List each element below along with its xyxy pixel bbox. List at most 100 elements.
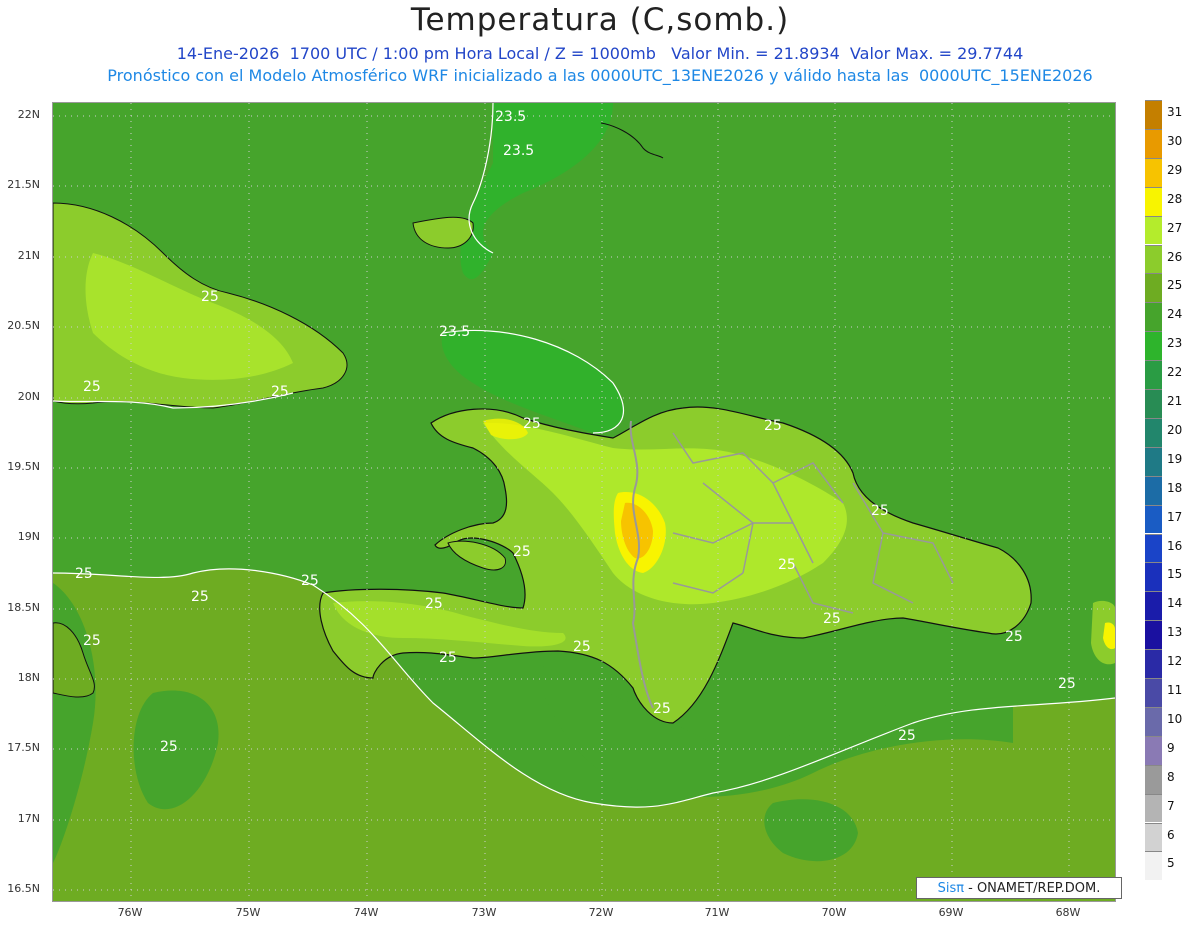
lat-label: 20N [17,390,40,403]
colorbar-label: 21 [1167,394,1183,408]
contour-label: 25 [653,701,671,717]
colorbar-label: 6 [1167,827,1175,842]
colorbar-label: 28 [1167,191,1183,206]
colorbar-swatch [1145,389,1162,418]
contour-label: 25 [523,416,541,432]
contour-label: 25 [83,633,101,649]
colorbar-swatch [1145,851,1162,881]
colorbar-swatch [1145,186,1162,216]
colorbar-swatch [1145,273,1162,303]
colorbar-swatch [1145,793,1162,823]
colorbar-label: 31 [1167,105,1183,119]
colorbar-label: 8 [1167,769,1175,784]
colorbar-label: 13 [1167,625,1183,640]
sea-cool-band [460,103,613,280]
contour-label: 25 [513,544,531,560]
contour-label: 25 [823,611,841,627]
lon-label: 76W [117,906,143,919]
colorbar-swatch [1145,446,1162,476]
sispi-logo: Sisπ [937,880,965,896]
colorbar-swatch [1145,215,1162,245]
colorbar-swatch [1145,822,1162,852]
lon-label: 70W [821,906,847,919]
colorbar-swatch [1145,128,1162,158]
contour-label: 25 [871,503,889,519]
colorbar-label: 10 [1167,711,1183,726]
model-info-line: Pronóstico con el Modelo Atmosférico WRF… [107,66,1093,85]
colorbar-swatch [1145,620,1162,650]
lat-label: 22N [17,108,40,121]
colorbar-label: 19 [1167,451,1183,466]
colorbar-swatch [1145,764,1162,794]
lat-label: 19N [17,530,40,543]
colorbar-swatch [1145,562,1162,592]
colorbar-swatch [1145,244,1162,274]
contour-label: 25 [301,573,319,589]
contour-label: 25 [425,596,443,612]
valid-time-line: 14-Ene-2026 1700 UTC / 1:00 pm Hora Loca… [176,44,1024,63]
lat-label: 16.5N [7,882,40,895]
colorbar-swatch [1145,417,1162,447]
colorbar-label: 27 [1167,220,1183,235]
colorbar [1145,100,1162,881]
colorbar-label: 17 [1167,509,1183,524]
contour-label: 25 [439,650,457,666]
contour-label: 23.5 [495,109,526,125]
colorbar-label: 14 [1167,596,1183,611]
colorbar-label: 16 [1167,538,1183,553]
colorbar-label: 23 [1167,336,1183,351]
colorbar-swatch [1145,591,1162,621]
colorbar-label: 5 [1167,856,1175,871]
colorbar-swatch [1145,735,1162,765]
colorbar-label: 15 [1167,567,1183,582]
colorbar-swatch [1145,157,1162,187]
colorbar-label: 18 [1167,480,1183,495]
lon-label: 73W [471,906,497,919]
contour-label: 25 [778,557,796,573]
contour-label: 25 [75,566,93,582]
credit-text: - ONAMET/REP.DOM. [968,880,1101,896]
colorbar-label: 11 [1167,683,1183,697]
colorbar-label: 26 [1167,249,1183,264]
contour-label: 25 [1005,629,1023,645]
lat-label: 21N [17,249,40,262]
colorbar-label: 20 [1167,422,1183,437]
contour-label: 25 [201,289,219,305]
lon-label: 69W [938,906,964,919]
gonave-island [447,540,507,571]
contour-label: 25 [573,639,591,655]
contour-label: 25 [83,379,101,395]
lat-label: 19.5N [7,460,40,473]
colorbar-swatch [1145,331,1162,361]
colorbar-label: 29 [1167,162,1183,177]
map-canvas: 23.5 23.5 23.5 25 25 25 25 25 25 25 25 2… [53,103,1115,901]
caicos-islands [600,122,664,159]
colorbar-label: 12 [1167,654,1183,669]
contour-label: 25 [898,728,916,744]
lat-label: 18.5N [7,601,40,614]
colorbar-label: 7 [1167,798,1175,813]
colorbar-swatch [1145,475,1162,505]
colorbar-swatch [1145,706,1162,736]
lon-label: 68W [1055,906,1081,919]
lat-label: 18N [17,671,40,684]
contour-label: 23.5 [439,324,470,340]
credit-box: Sisπ - ONAMET/REP.DOM. [916,877,1122,899]
colorbar-label: 30 [1167,133,1183,148]
lon-label: 75W [235,906,261,919]
contour-label: 25 [271,384,289,400]
contour-label: 25 [1058,676,1076,692]
colorbar-swatch [1145,533,1162,563]
lat-label: 17.5N [7,741,40,754]
colorbar-swatch [1145,100,1162,129]
lat-label: 20.5N [7,319,40,332]
colorbar-swatch [1145,504,1162,534]
lon-label: 71W [704,906,730,919]
contour-label: 23.5 [503,143,534,159]
colorbar-label: 24 [1167,307,1183,322]
colorbar-label: 22 [1167,365,1183,380]
contour-label: 25 [160,739,178,755]
lat-label: 17N [17,812,40,825]
temperature-map: 23.5 23.5 23.5 25 25 25 25 25 25 25 25 2… [52,102,1116,902]
map-title: Temperatura (C,somb.) [410,2,790,38]
